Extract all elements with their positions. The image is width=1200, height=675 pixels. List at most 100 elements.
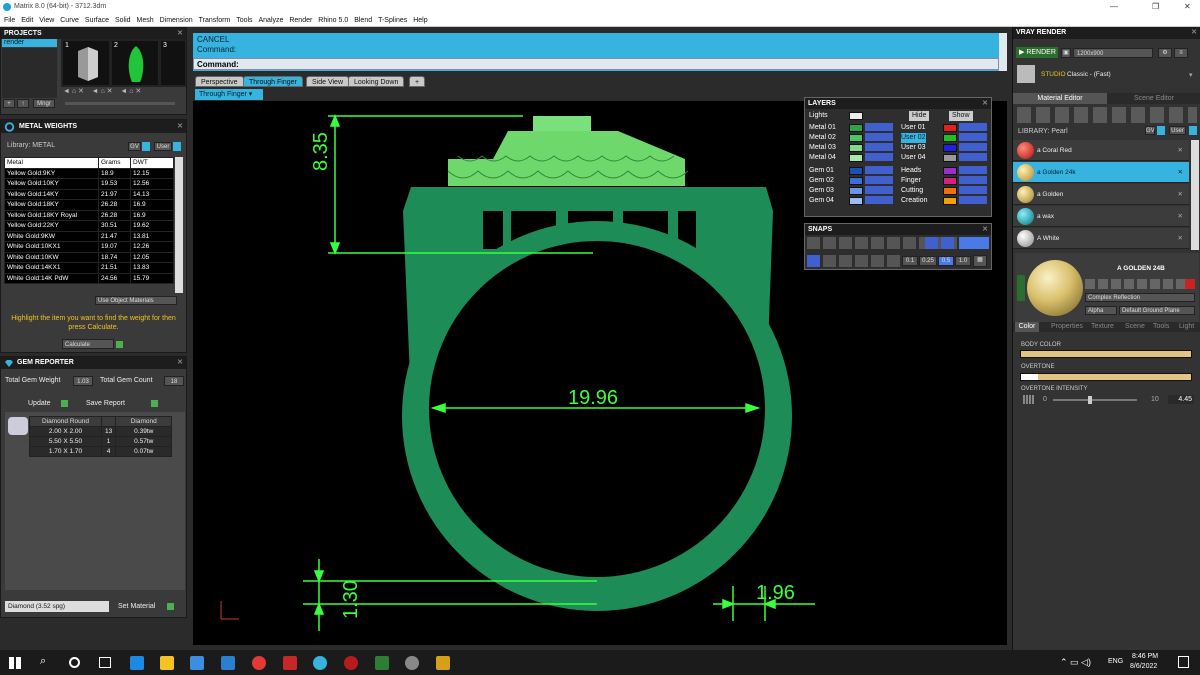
layer-gem-02[interactable]: Gem 02 [809,176,834,186]
intensity-value[interactable]: 4.45 [1168,395,1194,404]
lights-swatch[interactable] [849,112,863,120]
gem-swatch[interactable] [849,167,863,175]
user-swatch[interactable] [943,154,957,162]
layer-user-03[interactable]: User 03 [901,143,926,153]
tab-color[interactable]: Color [1015,322,1039,332]
snap-tool-active[interactable] [807,255,820,267]
edge-icon[interactable] [130,656,144,670]
metal-swatch[interactable] [849,154,863,162]
layer-user-01[interactable]: User 01 [901,123,926,133]
hide-button[interactable]: Hide [909,111,930,121]
layer-metal-01[interactable]: Metal 01 [809,123,836,133]
material-item[interactable]: a Golden ✕ [1013,184,1189,205]
save-report-button[interactable] [151,400,158,407]
menu-tsplines[interactable]: T-Splines [378,14,407,27]
menu-analyze[interactable]: Analyze [259,14,284,27]
add-tab-button[interactable]: + [409,76,426,87]
intensity-slider-handle[interactable] [1088,396,1092,404]
snap-tool-active[interactable] [941,237,954,249]
metal-swatch[interactable] [849,144,863,152]
command-scrollbar[interactable] [999,33,1007,71]
rhino-icon[interactable] [405,656,419,670]
cortana-icon[interactable] [69,657,80,668]
tab-through-finger[interactable]: Through Finger [243,76,303,87]
tray-icons[interactable]: ⌃ ▭ ◁) [1060,657,1091,668]
menu-surface[interactable]: Surface [85,14,109,27]
close-button[interactable]: ✕ [1184,0,1191,14]
tab-properties[interactable]: Properties [1051,322,1083,332]
tab-light[interactable]: Light [1179,322,1194,332]
table-row[interactable]: 1.70 X 1.70 4 0.07tw [29,446,173,457]
file-explorer-icon[interactable] [160,656,174,670]
material-item-selected[interactable]: a Golden 24k ✕ [1013,162,1189,183]
layer-toggles[interactable] [865,123,893,163]
menu-render[interactable]: Render [289,14,312,27]
close-icon[interactable]: ✕ [177,120,183,133]
save-report-label[interactable]: Save Report [86,400,125,407]
gv-button[interactable]: GV [128,142,141,151]
metal-table-scrollbar[interactable] [175,157,183,293]
thumbnail-2[interactable]: 2 [112,41,158,85]
layer-gem-04[interactable]: Gem 04 [809,196,834,206]
tab-material-editor[interactable]: Material Editor [1013,93,1107,104]
reflection-select[interactable]: Complex Reflection [1085,293,1195,302]
chrome-icon[interactable] [252,656,266,670]
studio-preset[interactable]: Classic - (Fast) [1067,71,1111,78]
user-swatch[interactable] [943,124,957,132]
creation-swatch[interactable] [943,197,957,205]
column-header[interactable]: Metal [4,157,99,169]
close-icon[interactable]: ✕ [1191,27,1197,39]
notification-icon[interactable] [1178,656,1189,668]
layer-metal-02[interactable]: Metal 02 [809,133,836,143]
layer-gem-01[interactable]: Gem 01 [809,166,834,176]
command-input[interactable]: Command: [193,58,999,70]
layer-cutting[interactable]: Cutting [901,186,923,196]
layer-toggles[interactable] [959,166,987,206]
start-icon[interactable] [9,657,21,669]
close-icon[interactable]: ✕ [982,98,988,109]
column-header[interactable]: Grams [98,157,131,169]
alpha-select[interactable]: Alpha [1085,306,1117,315]
close-icon[interactable]: ✕ [177,357,183,369]
table-row[interactable]: White Gold:10KW 18.74 12.05 [4,251,174,263]
ground-plane-select[interactable]: Default Ground Plane [1119,306,1195,315]
table-row[interactable]: Yellow Gold:10KY 19.53 12.56 [4,178,174,190]
matrix-icon[interactable] [313,656,327,670]
snap-value[interactable]: 0.5 [938,256,954,266]
table-row[interactable]: Yellow Gold:14KY 21.97 14.13 [4,188,174,200]
search-icon[interactable]: ⌕ [40,655,46,668]
use-object-materials-select[interactable]: Use Object Materials [95,296,177,305]
thumb-scrollbar[interactable] [65,102,175,105]
layer-metal-03[interactable]: Metal 03 [809,143,836,153]
material-preview-tools[interactable] [1085,279,1195,289]
render-settings-icon[interactable]: ⚙ [1158,48,1172,58]
menu-blend[interactable]: Blend [354,14,372,27]
tab-scene[interactable]: Scene [1125,322,1145,332]
table-row[interactable]: White Gold:9KW 21.47 13.81 [4,230,174,242]
menu-view[interactable]: View [39,14,54,27]
user-swatch[interactable] [943,134,957,142]
snap-tools-row-2[interactable] [807,255,901,267]
thumbnail-3[interactable]: 3 [161,41,185,85]
body-color-slider[interactable] [1020,350,1192,358]
menu-dimension[interactable]: Dimension [160,14,193,27]
overtone-slider[interactable] [1020,373,1192,381]
minimize-button[interactable]: — [1110,0,1118,14]
manager-button[interactable]: Mngr [33,99,55,108]
gem-swatch[interactable] [849,177,863,185]
user-button[interactable]: User [1169,126,1186,135]
layer-heads[interactable]: Heads [901,166,921,176]
update-label[interactable]: Update [28,400,51,407]
layer-finger[interactable]: Finger [901,176,921,186]
tab-tools[interactable]: Tools [1153,322,1169,332]
close-icon[interactable]: ✕ [177,28,183,39]
calculate-go-icon[interactable] [116,341,123,348]
menu-edit[interactable]: Edit [21,14,33,27]
tab-scene-editor[interactable]: Scene Editor [1107,93,1200,104]
close-icon[interactable]: ✕ [982,224,988,235]
finger-swatch[interactable] [943,177,957,185]
table-row[interactable]: Yellow Gold:18KY 26.28 16.9 [4,199,174,211]
user-toggle[interactable] [173,142,181,151]
store-icon[interactable] [190,656,204,670]
app-icon[interactable] [283,656,297,670]
